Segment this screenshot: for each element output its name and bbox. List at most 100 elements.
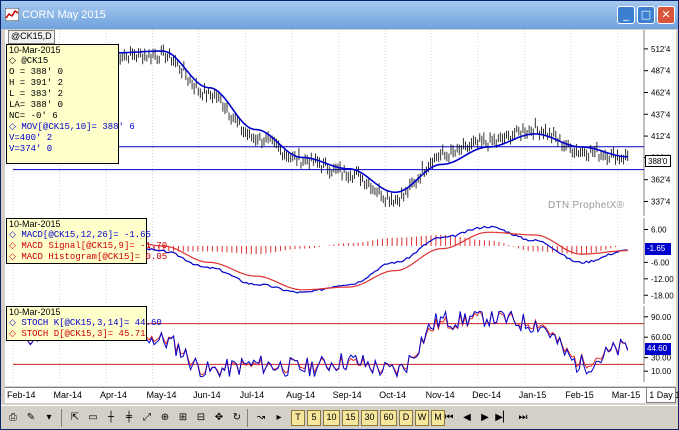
timeframe-button[interactable]: 1 Day <box>646 387 676 403</box>
period-button-m[interactable]: M <box>431 410 445 426</box>
refresh-icon[interactable]: ↻ <box>229 410 245 426</box>
zoom-icon[interactable]: ⊕ <box>157 410 173 426</box>
stoch-d-label: ◇ STOCH D[@CK15,3]= 45.71 <box>9 329 146 339</box>
maximize-icon: □ <box>640 8 652 21</box>
x-axis-label: Dec-14 <box>472 390 502 400</box>
price-tick-label: 462'4 <box>651 88 671 97</box>
print-icon[interactable]: ⎙ <box>5 410 21 426</box>
period-button-d[interactable]: D <box>399 410 413 426</box>
price-symbol: ◇ @CK15 <box>9 56 49 66</box>
x-axis-label: May-14 <box>146 390 177 400</box>
diamond-icon: ◇ <box>9 230 22 240</box>
price-tick-label: 487'4 <box>651 67 671 76</box>
stoch-tick-label: 60.00 <box>651 333 672 342</box>
chart-icon <box>5 8 19 21</box>
macd-signal-label: ◇ MACD Signal[@CK15,9]= -1.70 <box>9 241 168 251</box>
macd-pane[interactable]: 6.00 -6.00 -12.00 -18.00 10-Mar-2015 ◇ MACD… <box>5 218 676 304</box>
diamond-icon: ◇ <box>9 122 22 132</box>
prev-icon[interactable]: ◀ <box>459 410 475 426</box>
diamond-icon: ◇ <box>9 329 22 339</box>
macd-label: ◇ MACD[@CK15,12,26]= -1.65 <box>9 230 151 240</box>
period-button-60[interactable]: 60 <box>380 410 397 426</box>
price-low: L = 383' 2 <box>9 89 64 99</box>
layout-icon[interactable]: ▭ <box>85 410 101 426</box>
price-tick-label: 437'4 <box>651 110 671 119</box>
stoch-k-label: ◇ STOCH K[@CK15,3,14]= 44.60 <box>9 318 162 328</box>
play-icon[interactable]: ▶ <box>477 410 493 426</box>
x-axis: Feb-14 Mar-14 Apr-14 May-14 Jun-14 Jul-14 Aug-… <box>5 387 679 403</box>
macd-date: 10-Mar-2015 <box>9 219 61 229</box>
stoch-tick-label: 10.00 <box>651 367 672 376</box>
macd-tick-label: -6.00 <box>651 258 670 267</box>
macd-tick-label: -12.00 <box>651 275 674 284</box>
macd-info-box[interactable]: 10-Mar-2015 ◇ MACD[@CK15,12,26]= -1.65 ◇… <box>6 218 168 264</box>
x-axis-label: Aug-14 <box>286 390 316 400</box>
price-date: 10-Mar-2015 <box>9 45 61 55</box>
watermark: DTN ProphetX® <box>548 200 625 211</box>
diamond-icon: ◇ <box>9 318 22 328</box>
price-last: LA= 388' 0 <box>9 100 64 110</box>
save-icon[interactable]: ▾ <box>41 410 57 426</box>
chart-area[interactable]: 512'4 487'4 462'4 437'4 412'4 388'0 362'4 337'4… <box>5 30 676 386</box>
x-axis-label: Feb-15 <box>565 390 594 400</box>
title-bar[interactable]: CORN May 2015 _ □ ✕ <box>1 1 678 29</box>
period-button-w[interactable]: W <box>415 410 429 426</box>
toolbar-separator <box>247 409 248 427</box>
stoch-date: 10-Mar-2015 <box>9 307 61 317</box>
period-button-10[interactable]: 10 <box>323 410 340 426</box>
period-button-t[interactable]: T <box>291 410 305 426</box>
v-lower-label: V=374' 0 <box>9 144 53 154</box>
cursor-icon[interactable]: ⇱ <box>67 410 83 426</box>
price-tick-label: 337'4 <box>651 197 671 206</box>
stoch-pane[interactable]: 90.00 60.00 30.00 10.00 10-Mar-2015 ◇ STOCH… <box>5 306 676 382</box>
price-pane[interactable]: 512'4 487'4 462'4 437'4 412'4 388'0 362'4 337'4… <box>5 30 676 216</box>
next-icon[interactable]: ▶▏ <box>495 410 511 426</box>
price-tick-label: 362'4 <box>651 176 671 185</box>
trend-icon[interactable]: ⤢ <box>139 410 155 426</box>
close-button[interactable]: ✕ <box>657 6 675 24</box>
macd-tick-label: -18.00 <box>651 291 674 300</box>
arrow-icon[interactable]: ▸ <box>271 410 287 426</box>
bottom-toolbar: ⎙ ✎ ▾ ⇱ ▭ ┼ ╪ ⤢ ⊕ ⊞ ⊟ ✥ ↻ ↝ ▸ ⏮ ◀ ▶ ▶▏ ⏭… <box>1 405 678 429</box>
x-axis-label: Oct-14 <box>379 390 407 400</box>
symbol-tag[interactable]: @CK15,D <box>8 30 55 44</box>
x-axis-label: Sep-14 <box>332 390 362 400</box>
zoom-in-icon[interactable]: ⊞ <box>175 410 191 426</box>
x-axis-label: Apr-14 <box>100 390 128 400</box>
pan-icon[interactable]: ✥ <box>211 410 227 426</box>
crosshair-icon[interactable]: ┼ <box>103 410 119 426</box>
chart-window: CORN May 2015 _ □ ✕ 512'4 487'4 462'4 437'4… <box>0 0 679 430</box>
x-axis-label: Mar-14 <box>53 390 83 400</box>
last-icon[interactable]: ⏭ <box>515 410 531 426</box>
stoch-info-box[interactable]: 10-Mar-2015 ◇ STOCH K[@CK15,3,14]= 44.60… <box>6 306 162 341</box>
marker-icon[interactable]: ↝ <box>253 410 269 426</box>
zoom-out-icon[interactable]: ⊟ <box>193 410 209 426</box>
draw-icon[interactable]: ✎ <box>23 410 39 426</box>
price-open: O = 388' 0 <box>9 67 64 77</box>
price-net-change: NC= -0' 6 <box>9 111 58 121</box>
period-button-5[interactable]: 5 <box>307 410 321 426</box>
diamond-icon: ◇ <box>9 252 22 262</box>
price-info-box[interactable]: 10-Mar-2015 ◇ @CK15 O = 388' 0 H = 391' … <box>6 44 135 164</box>
last-price-tag: 388'0 <box>645 155 671 167</box>
stoch-tick-label: 90.00 <box>651 313 672 322</box>
x-axis-label: Mar-15 <box>611 390 641 400</box>
stoch-last-tag: 44.60 <box>645 343 671 355</box>
diamond-icon: ◇ <box>9 241 22 251</box>
minimize-button[interactable]: _ <box>617 6 635 24</box>
diamond-icon: ◇ <box>9 56 22 66</box>
x-axis-label: Nov-14 <box>425 390 455 400</box>
moving-avg-label: ◇ MOV[@CK15,10]= 388' 6 <box>9 122 135 132</box>
close-icon: ✕ <box>661 8 671 21</box>
minimize-icon: _ <box>623 8 629 21</box>
toolbar-separator <box>61 409 62 427</box>
period-button-30[interactable]: 30 <box>361 410 378 426</box>
macd-tick-label: 6.00 <box>651 225 667 234</box>
price-tick-label: 512'4 <box>651 45 671 54</box>
window-title: CORN May 2015 <box>22 9 106 21</box>
period-button-15[interactable]: 15 <box>342 410 359 426</box>
maximize-button[interactable]: □ <box>637 6 655 24</box>
x-axis-label: Feb-14 <box>7 390 36 400</box>
macd-last-tag: -1.65 <box>645 243 671 255</box>
add-line-icon[interactable]: ╪ <box>121 410 137 426</box>
